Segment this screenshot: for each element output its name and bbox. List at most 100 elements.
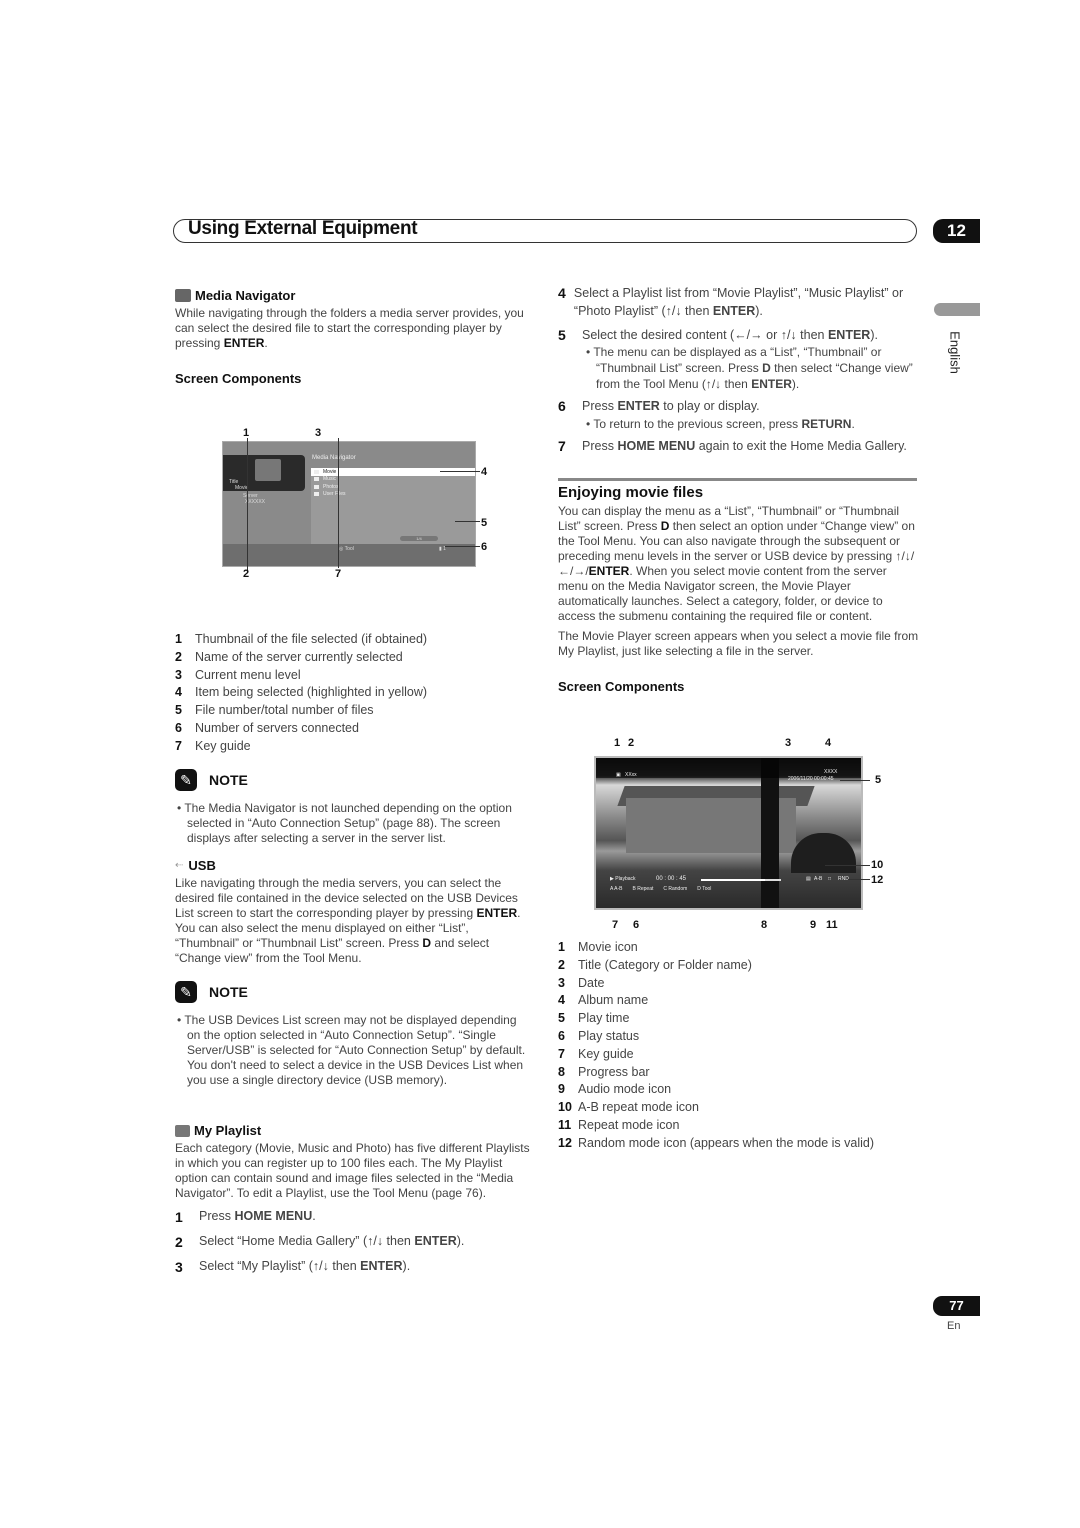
- list-item: 1 Movie icon: [558, 940, 638, 954]
- chapter-number: 12: [933, 219, 980, 243]
- folder-icon: [314, 469, 319, 474]
- list-item: 5 Play time: [558, 1011, 630, 1026]
- key-random: C Random: [663, 886, 688, 892]
- list-item: 1 Thumbnail of the file selected (if obta…: [175, 632, 428, 646]
- usb-heading: USB: [188, 858, 216, 873]
- menu-item-user-files[interactable]: User Files: [311, 491, 475, 499]
- step-6: 6 Press ENTER to play or display.: [558, 398, 760, 414]
- enjoying-body-2: The Movie Player screen appears when you…: [558, 629, 919, 658]
- media-navigator-components-list: 1 Thumbnail of the file selected (if obta…: [175, 632, 535, 757]
- callout-9: 9: [810, 919, 817, 931]
- screen-components-heading-2: Screen Components: [558, 679, 685, 694]
- key-tool: D Tool: [697, 886, 712, 892]
- list-item: 10 A-B repeat mode icon: [558, 1100, 699, 1115]
- step-1: 1 Press HOME MENU.: [175, 1209, 316, 1225]
- play-status: ▶ Playback: [610, 876, 636, 882]
- callout-10: 10: [871, 859, 884, 871]
- list-item: 2 Name of the server currently selected: [175, 649, 403, 664]
- usb-body: Like navigating through the media server…: [175, 876, 521, 965]
- note-title: NOTE: [209, 772, 248, 788]
- callout-6: 6: [633, 919, 640, 931]
- menu-list: Movie Music Photos User Files: [311, 468, 475, 544]
- list-item: 3 Date: [558, 975, 605, 990]
- list-item: 6 Number of servers connected: [175, 720, 359, 735]
- tree-image: [761, 758, 779, 908]
- list-item: 12 Random mode icon (appears when the mod…: [558, 1135, 874, 1150]
- callout-5: 5: [481, 517, 488, 529]
- language-code: En: [947, 1320, 961, 1332]
- usb-icon: ⇠: [175, 860, 184, 871]
- list-item: 4 Item being selected (highlighted in yel…: [175, 685, 428, 700]
- usb-section: ⇠ USB Like navigating through the media …: [175, 858, 535, 966]
- key-repeat: B Repeat: [632, 886, 654, 892]
- key-guide-bar: ◎ Tool ▮ 1: [223, 544, 475, 566]
- media-navigator-body: While navigating through the folders a m…: [175, 306, 524, 350]
- pencil-icon: ✎: [175, 981, 197, 1003]
- step-2: 2 Select “Home Media Gallery” (↑/↓ then E…: [175, 1234, 465, 1250]
- key-ab: A A-B: [610, 886, 623, 892]
- list-item: 11 Repeat mode icon: [558, 1117, 680, 1132]
- leader-5: [455, 521, 480, 522]
- note-title: NOTE: [209, 984, 248, 1000]
- folder-icon: [314, 492, 319, 497]
- list-item: 6 Play status: [558, 1028, 640, 1043]
- note-bullet: • The USB Devices List screen may not be…: [177, 1013, 526, 1087]
- movie-player-screen: ▣ XXxx XXXX 2006/11/20 00:00:45 ▶ Playba…: [594, 756, 863, 910]
- callout-1: 1: [614, 737, 621, 749]
- title-text: XXxx: [625, 772, 637, 778]
- folder-icon: [255, 459, 281, 481]
- media-navigator-icon: [175, 289, 191, 302]
- list-item: 7 Key guide: [558, 1046, 634, 1061]
- leader-3-7: [338, 438, 339, 568]
- list-item: 9 Audio mode icon: [558, 1082, 672, 1097]
- date-time: 2006/11/20 00:00:45: [788, 776, 834, 782]
- repeat-mode-icon: □: [828, 876, 832, 882]
- callout-4: 4: [825, 737, 832, 749]
- play-time: 00 : 00 : 45: [656, 876, 687, 882]
- callout-3: 3: [315, 427, 322, 439]
- ab-repeat-icon: A-B: [814, 876, 823, 882]
- audio-mode-icon: ▤: [806, 876, 811, 882]
- leader-4: [440, 471, 480, 472]
- step-3: 3 Select “My Playlist” (↑/↓ then ENTER).: [175, 1259, 411, 1275]
- callout-12: 12: [871, 874, 884, 886]
- enjoying-movie-files-section: Enjoying movie files You can display the…: [558, 484, 920, 694]
- menu-item-music[interactable]: Music: [311, 476, 475, 484]
- language-tab: [934, 303, 980, 316]
- menu-item-photos[interactable]: Photos: [311, 483, 475, 491]
- list-item: 5 File number/total number of files: [175, 703, 374, 718]
- leader-12: [848, 879, 870, 880]
- leader-1-2: [247, 438, 248, 570]
- note-bullet: • The Media Navigator is not launched de…: [177, 801, 512, 845]
- bush-image: [791, 833, 856, 873]
- leader-6: [445, 546, 480, 547]
- callout-4: 4: [481, 466, 488, 478]
- language-label: English: [947, 331, 963, 374]
- media-navigator-screen: Title Movie Server XXXXXX Media Navigato…: [222, 441, 476, 567]
- list-item: 8 Progress bar: [558, 1064, 650, 1079]
- my-playlist-heading: My Playlist: [194, 1123, 262, 1138]
- page-number: 77: [933, 1296, 980, 1316]
- enjoying-heading: Enjoying movie files: [558, 484, 704, 501]
- screen-components-heading: Screen Components: [175, 371, 302, 386]
- usb-note-box: ✎ NOTE • The USB Devices List screen may …: [175, 981, 530, 1088]
- media-navigator-section: Media Navigator While navigating through…: [175, 288, 535, 386]
- my-playlist-body: Each category (Movie, Music and Photo) h…: [175, 1141, 530, 1200]
- progress-bar[interactable]: [701, 879, 781, 881]
- callout-3: 3: [785, 737, 792, 749]
- callout-7: 7: [612, 919, 619, 931]
- movie-icon: ▣: [616, 772, 621, 778]
- list-item: 4 Album name: [558, 993, 649, 1008]
- callout-2: 2: [243, 568, 250, 580]
- step-7: 7 Press HOME MENU again to exit the Home …: [558, 438, 907, 454]
- step-5-bullet: • The menu can be displayed as a “List”,…: [586, 345, 913, 391]
- movie-player-components-list: 1 Movie icon 2 Title (Category or Folder n…: [558, 940, 918, 1154]
- progress-fill: [701, 879, 765, 881]
- step-5: 5 Select the desired content (←/→ or ↑/↓ …: [558, 327, 878, 343]
- callout-5: 5: [875, 774, 882, 786]
- step-4: 4 Select a Playlist list from “Movie Play…: [558, 285, 904, 318]
- pencil-icon: ✎: [175, 769, 197, 791]
- leader-10: [825, 865, 870, 866]
- folder-icon: [314, 477, 319, 482]
- key-guide: A A-B B Repeat C Random D Tool: [610, 886, 711, 892]
